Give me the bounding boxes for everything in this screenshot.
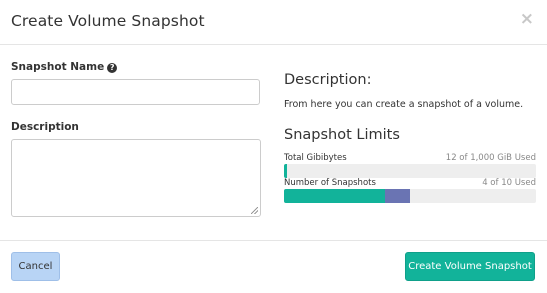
total-gibibytes-label: Total Gibibytes (284, 153, 347, 163)
modal-title: Create Volume Snapshot (11, 12, 205, 30)
cancel-button[interactable]: Cancel (11, 252, 60, 281)
number-of-snapshots-progress (284, 189, 536, 203)
description-label: Description (11, 121, 79, 133)
description-heading: Description: (284, 72, 372, 88)
total-gibibytes-used-fill (284, 164, 287, 178)
snapshot-name-input[interactable] (11, 79, 260, 105)
modal-header: Create Volume Snapshot × (0, 0, 547, 45)
create-volume-snapshot-button[interactable]: Create Volume Snapshot (405, 252, 535, 281)
snapshot-limits-heading: Snapshot Limits (284, 127, 400, 143)
snapshot-name-label: Snapshot Name? (11, 61, 118, 73)
description-textarea[interactable] (11, 139, 261, 217)
resize-handle-icon[interactable] (251, 207, 258, 214)
number-of-snapshots-usage: 4 of 10 Used (482, 178, 536, 188)
total-gibibytes-progress (284, 164, 536, 178)
close-icon[interactable]: × (520, 9, 534, 29)
number-of-snapshots-used-fill (284, 189, 385, 203)
question-circle-icon[interactable]: ? (107, 63, 118, 73)
number-of-snapshots-label: Number of Snapshots (284, 178, 376, 188)
total-gibibytes-usage: 12 of 1,000 GiB Used (445, 153, 536, 163)
create-volume-snapshot-dialog: Create Volume Snapshot × Snapshot Name? … (0, 0, 547, 292)
description-help-text: From here you can create a snapshot of a… (284, 99, 524, 110)
number-of-snapshots-added-fill (385, 189, 410, 203)
snapshot-name-label-text: Snapshot Name (11, 61, 105, 73)
